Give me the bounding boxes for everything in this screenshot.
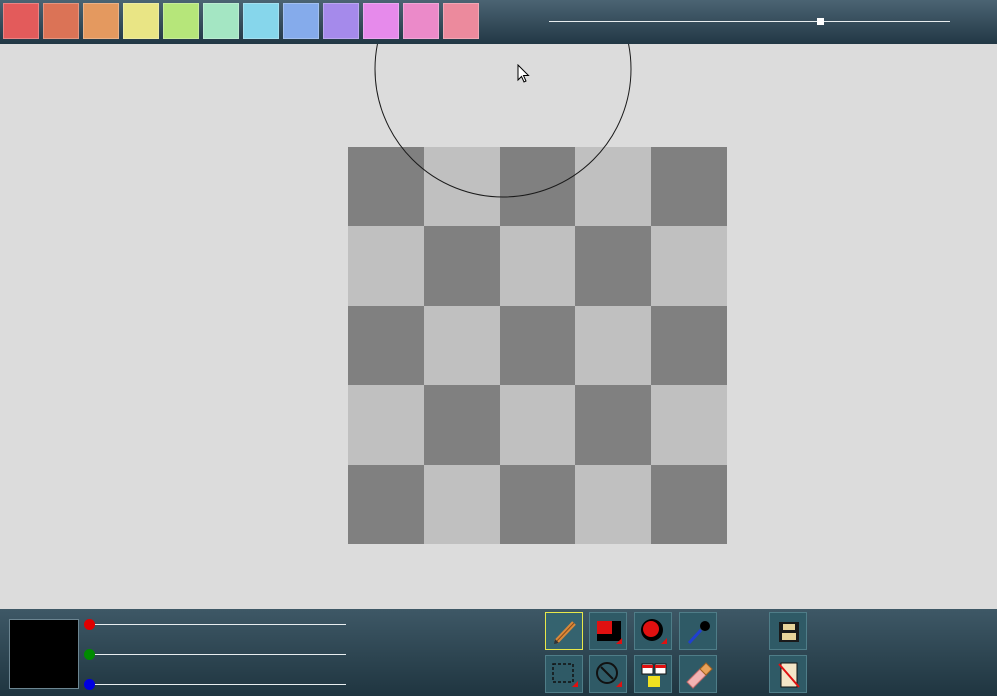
ellipse-icon	[596, 662, 622, 687]
brush-size-thumb[interactable]	[816, 18, 824, 25]
eraser-icon	[686, 662, 713, 689]
clear-tool-button[interactable]	[769, 655, 807, 693]
top-toolbar	[0, 0, 997, 44]
palette-swatch[interactable]	[43, 3, 79, 39]
fill-icon	[641, 663, 667, 687]
palette-swatch[interactable]	[283, 3, 319, 39]
palette-swatch[interactable]	[123, 3, 159, 39]
select-icon	[552, 663, 578, 687]
ellipse-tool-button[interactable]	[589, 655, 627, 693]
circle-icon	[641, 619, 667, 644]
drawing-canvas[interactable]	[0, 44, 997, 609]
palette-swatch[interactable]	[443, 3, 479, 39]
green-slider[interactable]	[84, 649, 346, 661]
palette-swatch[interactable]	[403, 3, 439, 39]
color-palette	[3, 3, 483, 39]
eyedropper-icon	[687, 621, 710, 645]
red-slider[interactable]	[84, 619, 346, 631]
pencil-tool-button[interactable]	[545, 612, 583, 650]
eraser-tool-button[interactable]	[679, 655, 717, 693]
green-slider-knob[interactable]	[84, 649, 95, 660]
brush-size-track[interactable]	[549, 21, 950, 22]
clear-icon	[778, 662, 800, 688]
green-slider-track[interactable]	[90, 654, 346, 655]
bottom-toolbar	[0, 609, 997, 696]
palette-swatch[interactable]	[243, 3, 279, 39]
eyedropper-tool-button[interactable]	[679, 612, 717, 650]
rectangle-tool-button[interactable]	[589, 612, 627, 650]
palette-swatch[interactable]	[323, 3, 359, 39]
save-tool-button[interactable]	[769, 612, 807, 650]
mouse-pointer-icon	[517, 64, 530, 83]
red-slider-track[interactable]	[90, 624, 346, 625]
brush-size-slider[interactable]	[549, 14, 950, 30]
blue-slider-track[interactable]	[90, 684, 346, 685]
rectangle-icon	[597, 621, 622, 644]
palette-swatch[interactable]	[163, 3, 199, 39]
fill-tool-button[interactable]	[634, 655, 672, 693]
red-slider-knob[interactable]	[84, 619, 95, 630]
palette-swatch[interactable]	[83, 3, 119, 39]
pencil-icon	[554, 621, 576, 644]
blue-slider[interactable]	[84, 679, 346, 691]
brush-cursor-circle	[374, 44, 632, 198]
palette-swatch[interactable]	[3, 3, 39, 39]
circle-tool-button[interactable]	[634, 612, 672, 650]
save-icon	[779, 622, 799, 642]
paint-app	[0, 0, 997, 696]
palette-swatch[interactable]	[203, 3, 239, 39]
current-color-preview	[9, 619, 79, 689]
select-tool-button[interactable]	[545, 655, 583, 693]
blue-slider-knob[interactable]	[84, 679, 95, 690]
palette-swatch[interactable]	[363, 3, 399, 39]
